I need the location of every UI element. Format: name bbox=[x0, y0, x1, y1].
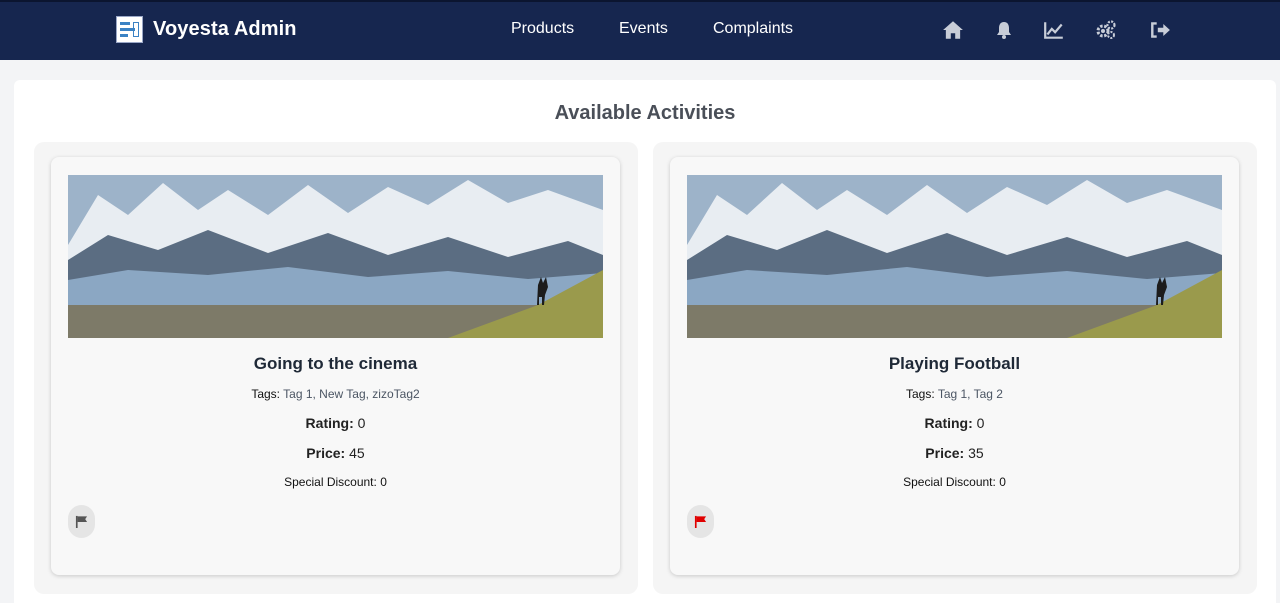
rating-label: Rating: bbox=[305, 415, 354, 431]
page-title: Available Activities bbox=[554, 102, 736, 124]
activity-rating: Rating: 0 bbox=[670, 415, 1239, 431]
activity-image bbox=[687, 175, 1222, 338]
activity-column: Going to the cinema Tags: Tag 1, New Tag… bbox=[34, 142, 638, 594]
activity-tags: Tags: Tag 1, Tag 2 bbox=[670, 387, 1239, 401]
bell-icon[interactable] bbox=[993, 20, 1015, 40]
activity-price: Price: 35 bbox=[670, 445, 1239, 461]
activity-column: Playing Football Tags: Tag 1, Tag 2 Rati… bbox=[653, 142, 1257, 594]
flag-button[interactable] bbox=[687, 505, 714, 538]
activity-special-discount: Special Discount: 0 bbox=[51, 475, 620, 489]
activity-title: Playing Football bbox=[888, 354, 1021, 373]
activity-title: Going to the cinema bbox=[253, 354, 418, 373]
app-title: Voyesta Admin bbox=[153, 17, 297, 40]
nav-link-complaints[interactable]: Complaints bbox=[713, 20, 793, 38]
price-label: Price: bbox=[925, 445, 965, 461]
price-value: 45 bbox=[349, 445, 365, 461]
rating-value: 0 bbox=[976, 415, 985, 431]
activity-card: Going to the cinema Tags: Tag 1, New Tag… bbox=[51, 157, 620, 575]
tags-value: Tag 1, New Tag, zizoTag2 bbox=[283, 387, 420, 401]
gears-icon[interactable] bbox=[1095, 20, 1117, 40]
price-label: Price: bbox=[306, 445, 346, 461]
top-navbar: Voyesta Admin Products Events Complaints bbox=[0, 0, 1280, 60]
chart-line-icon[interactable] bbox=[1043, 20, 1065, 40]
activity-price: Price: 45 bbox=[51, 445, 620, 461]
nav-link-events[interactable]: Events bbox=[619, 20, 668, 38]
flag-icon bbox=[694, 515, 707, 528]
home-icon[interactable] bbox=[942, 20, 964, 40]
price-value: 35 bbox=[968, 445, 984, 461]
tags-value: Tag 1, Tag 2 bbox=[937, 387, 1003, 401]
nav-link-products[interactable]: Products bbox=[511, 20, 574, 38]
rating-label: Rating: bbox=[924, 415, 973, 431]
sign-out-icon[interactable] bbox=[1149, 20, 1171, 40]
special-discount-label: Special Discount: bbox=[284, 475, 377, 489]
special-discount-value: 0 bbox=[999, 475, 1006, 489]
flag-icon bbox=[75, 515, 88, 528]
activity-tags: Tags: Tag 1, New Tag, zizoTag2 bbox=[51, 387, 620, 401]
activity-image bbox=[68, 175, 603, 338]
admin-logo-icon bbox=[116, 15, 143, 43]
brand[interactable]: Voyesta Admin bbox=[116, 14, 297, 44]
special-discount-value: 0 bbox=[380, 475, 387, 489]
main-content: Available Activities Going to the cinema… bbox=[14, 80, 1276, 603]
special-discount-label: Special Discount: bbox=[903, 475, 996, 489]
flag-button[interactable] bbox=[68, 505, 95, 538]
activity-rating: Rating: 0 bbox=[51, 415, 620, 431]
activity-special-discount: Special Discount: 0 bbox=[670, 475, 1239, 489]
tags-label: Tags: bbox=[906, 387, 935, 401]
rating-value: 0 bbox=[357, 415, 366, 431]
tags-label: Tags: bbox=[251, 387, 281, 401]
activity-card: Playing Football Tags: Tag 1, Tag 2 Rati… bbox=[670, 157, 1239, 575]
